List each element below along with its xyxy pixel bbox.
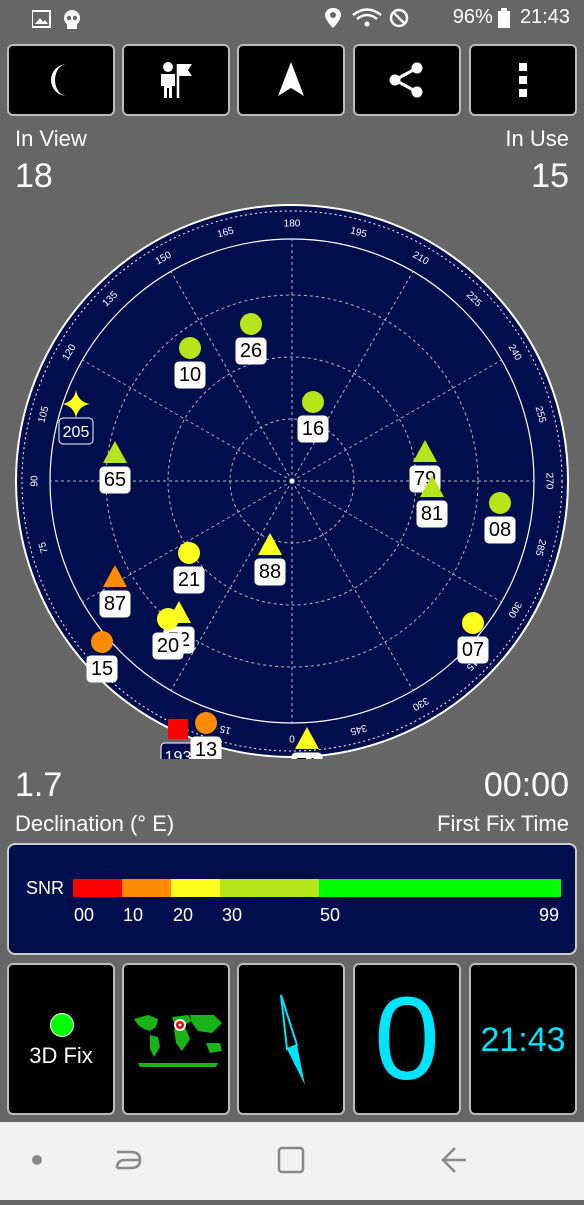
satellite-label: 81 (421, 503, 443, 525)
satellite-marker (178, 542, 200, 564)
satellite-label: 65 (104, 469, 126, 491)
location-icon (325, 8, 342, 28)
wifi-icon (352, 8, 382, 27)
satellite-marker (168, 719, 188, 739)
status-bar: 96% 21:43 (0, 0, 584, 38)
skull-icon (64, 10, 80, 29)
block-icon (389, 8, 409, 28)
first-fix-value: 00:00 (483, 766, 569, 804)
home-dot-icon[interactable] (32, 1155, 42, 1165)
battery-percent: 96% (452, 6, 493, 29)
first-fix-label: First Fix Time (437, 811, 569, 836)
azimuth-label: 270 (543, 473, 554, 490)
azimuth-label: 180 (284, 219, 301, 230)
man-flag-button[interactable] (122, 44, 230, 116)
more-vert-icon (519, 63, 527, 97)
compass-tile[interactable] (237, 963, 345, 1115)
speed-value: 0 (374, 973, 440, 1105)
notification-icons (32, 10, 80, 29)
satellite-marker (302, 391, 324, 413)
snr-tick-label: 00 (73, 905, 95, 925)
satellite-marker (157, 608, 179, 630)
satellite-label: 21 (178, 569, 200, 591)
azimuth-label: 0 (289, 732, 295, 743)
satellite-label: 20 (157, 635, 179, 657)
snr-tick-label: 99 (538, 905, 560, 925)
in-use-label: In Use (505, 126, 569, 151)
share-button[interactable] (353, 44, 461, 116)
satellite-label: 16 (302, 418, 324, 440)
night-mode-icon (51, 64, 67, 96)
status-right: 96% 21:43 (323, 6, 570, 30)
snr-segment (73, 879, 122, 897)
snr-segment (171, 879, 220, 897)
in-view-count: 18 (15, 157, 53, 195)
snr-label: SNR (26, 878, 65, 898)
snr-segment (122, 879, 171, 897)
fix-label: 3D Fix (29, 1043, 93, 1068)
snr-tick-label: 10 (122, 905, 144, 925)
compass-needle-icon (280, 994, 305, 1085)
man-flag-icon (161, 62, 192, 98)
snr-segment (319, 879, 561, 897)
in-use-count: 15 (531, 157, 569, 195)
azimuth-label: 90 (30, 475, 41, 487)
status-icons (325, 8, 409, 28)
battery-icon (498, 8, 511, 28)
snr-legend: SNR 00 10 20 30 50 99 (7, 843, 577, 955)
satellite-marker (489, 492, 511, 514)
satellite-label: 08 (489, 519, 511, 541)
back-icon[interactable] (441, 1147, 466, 1173)
fix-tile[interactable]: 3D Fix (7, 963, 115, 1115)
share-icon (389, 62, 423, 98)
satellite-label: 71 (296, 755, 318, 759)
more-options-button[interactable] (469, 44, 577, 116)
satellite-marker (195, 712, 217, 734)
sky-plot[interactable]: 0154575901051201351501651801952102252402… (14, 203, 570, 759)
snr-tick-label: 20 (172, 905, 194, 925)
overview-icon[interactable] (277, 1146, 305, 1174)
satellite-marker (91, 631, 113, 653)
satellite-marker (462, 612, 484, 634)
satellite-marker (240, 313, 262, 335)
night-mode-button[interactable] (7, 44, 115, 116)
status-time: 21:43 (519, 6, 570, 29)
world-map-icon (134, 1015, 222, 1067)
snr-color-bar (73, 879, 561, 897)
clock-value: 21:43 (480, 1021, 566, 1059)
recents-icon[interactable] (115, 1150, 142, 1170)
satellite-label: 26 (240, 340, 262, 362)
snr-tick-label: 30 (221, 905, 243, 925)
declination-label: Declination (° E) (15, 811, 175, 836)
navigation-arrow-icon (278, 62, 304, 96)
satellite-marker (179, 337, 201, 359)
image-icon (32, 10, 51, 28)
satellite-label: 88 (259, 561, 281, 583)
satellite-label: 10 (179, 364, 201, 386)
nav-icons (32, 1146, 466, 1174)
satellite-label: 07 (462, 639, 484, 661)
satellite-label: 193 (165, 749, 192, 759)
map-tile[interactable] (122, 963, 230, 1115)
navigation-button[interactable] (237, 44, 345, 116)
declination-value: 1.7 (15, 766, 63, 804)
in-view-label: In View (15, 126, 87, 151)
satellite-label: 87 (104, 593, 126, 615)
sky-center (290, 479, 294, 483)
satellite-label: 205 (63, 424, 90, 441)
navigation-bar (0, 1122, 584, 1200)
satellite-label: 13 (195, 739, 217, 759)
satellite-label: 15 (91, 658, 113, 680)
snr-segment (220, 879, 319, 897)
fix-dot (50, 1013, 74, 1037)
clock-tile[interactable]: 21:43 (469, 963, 577, 1115)
snr-tick-label: 50 (319, 905, 341, 925)
speed-tile[interactable]: 0 (353, 963, 461, 1115)
